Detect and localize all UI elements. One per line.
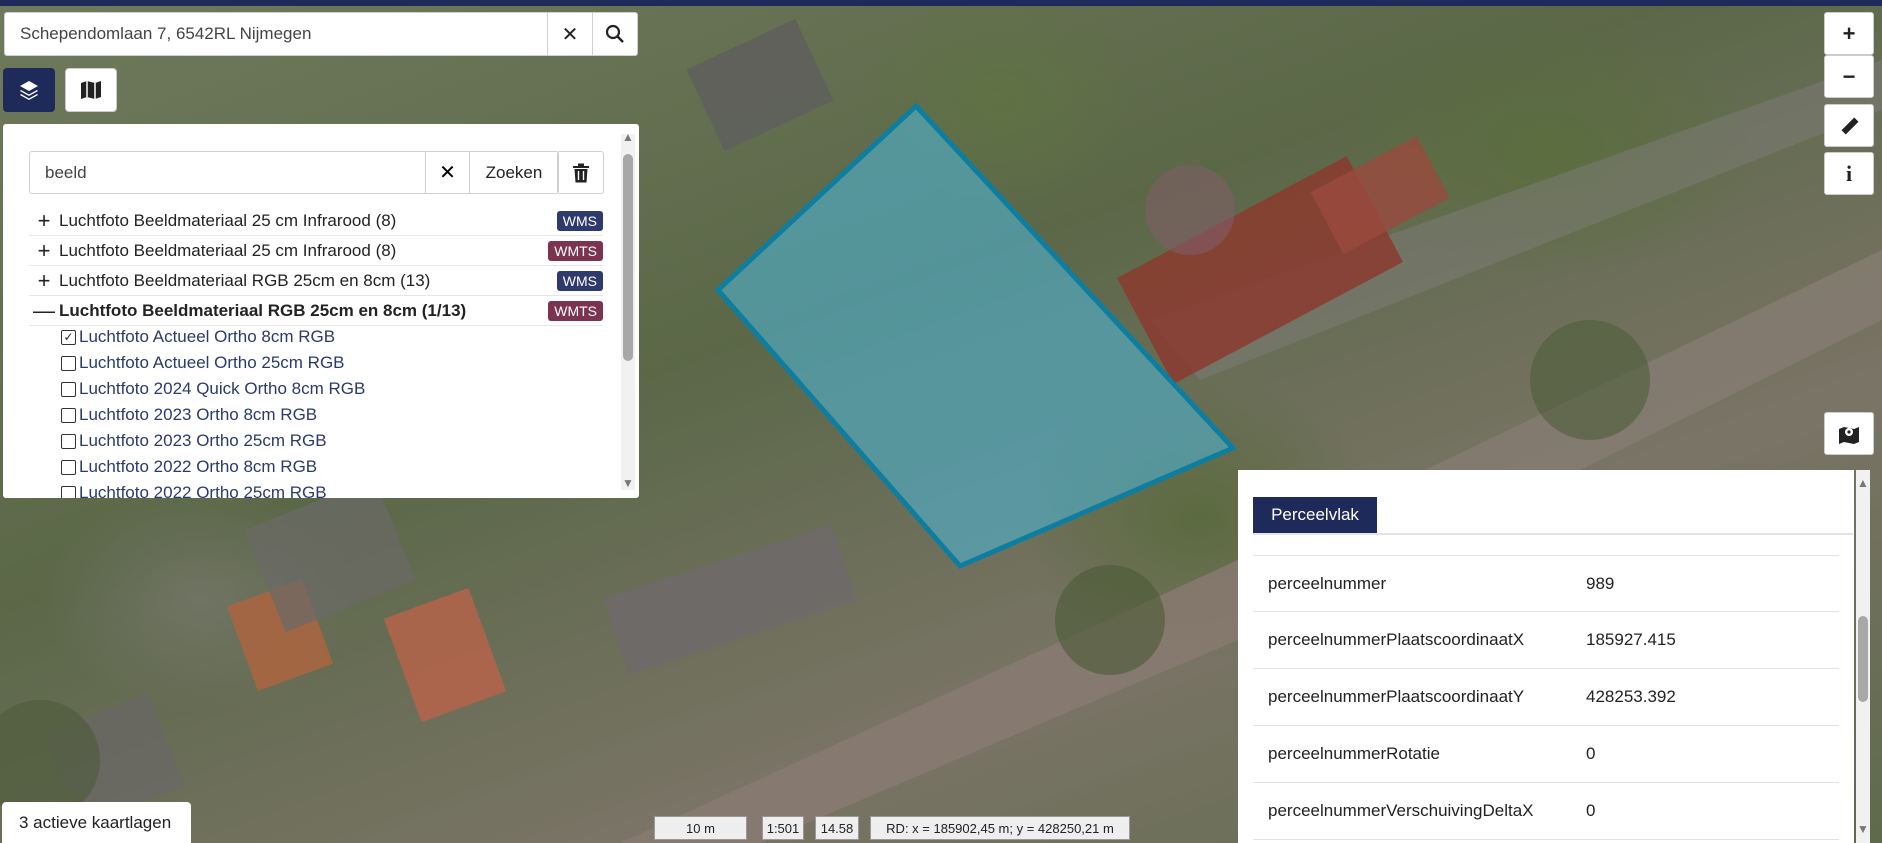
layers-icon [20,81,38,100]
scroll-down-icon[interactable]: ▼ [1857,822,1869,836]
scrollbar-thumb[interactable] [623,154,633,361]
sublayer-item[interactable]: Luchtfoto 2022 Ortho 8cm RGB [61,454,317,480]
close-icon: ✕ [561,23,579,46]
ruler-icon [1841,117,1859,134]
property-key: perceelnummerVerschuivingDeltaX [1268,801,1534,820]
basemap-button[interactable] [65,68,117,112]
map-marker-icon [1839,426,1859,444]
service-badge: WMTS [548,300,603,321]
zoom-in-button[interactable]: + [1824,12,1874,55]
address-search-input[interactable]: Schependomlaan 7, 6542RL Nijmegen [5,24,547,44]
property-key: perceelnummerRotatie [1268,744,1440,763]
top-bar [0,0,1882,6]
clear-layers-button[interactable] [557,151,604,194]
layer-group-label[interactable]: Luchtfoto Beeldmateriaal 25 cm Infrarood… [59,241,548,261]
layer-group[interactable]: + Luchtfoto Beeldmateriaal 25 cm Infraro… [29,206,603,236]
layer-panel: beeld ✕ Zoeken + Luchtfoto Beeldmateriaa… [3,124,639,498]
layer-panel-scrollbar[interactable] [621,134,635,490]
search-button[interactable] [592,12,637,56]
map-icon [81,81,101,99]
checkbox-checked[interactable]: ✓ [61,329,76,345]
scroll-up-icon[interactable]: ▲ [622,130,634,144]
service-badge: WMTS [548,240,603,261]
trash-icon [572,163,589,182]
sublayer-item[interactable]: ✓ Luchtfoto Actueel Ortho 8cm RGB [61,324,335,350]
service-badge: WMS [556,270,603,291]
sublayer-label[interactable]: Luchtfoto Actueel Ortho 8cm RGB [79,327,335,347]
sublayer-label[interactable]: Luchtfoto 2023 Ortho 8cm RGB [79,405,317,425]
expand-icon[interactable]: + [29,239,59,262]
property-value: 185927.415 [1586,630,1676,649]
info-panel-scrollbar[interactable] [1856,470,1870,843]
scale-bar: 10 m [654,816,747,840]
checkbox[interactable] [61,459,76,475]
clear-layer-search-button[interactable]: ✕ [425,152,469,193]
layer-group-label[interactable]: Luchtfoto Beeldmateriaal 25 cm Infrarood… [59,211,557,231]
measure-button[interactable] [1824,104,1874,147]
info-button[interactable]: i [1824,152,1874,195]
property-key: perceelnummerPlaatscoordinaatY [1268,687,1525,706]
checkbox[interactable] [61,355,76,371]
checkbox[interactable] [61,485,76,498]
property-key: perceelnummerPlaatscoordinaatX [1268,630,1525,649]
property-value: 0 [1586,801,1596,820]
collapse-icon[interactable]: — [29,299,59,322]
layer-group-expanded[interactable]: — Luchtfoto Beeldmateriaal RGB 25cm en 8… [29,296,603,326]
zoom-level: 14.58 [815,816,859,840]
active-layers-count[interactable]: 3 actieve kaartlagen [2,802,191,843]
table-row: perceelnummerPlaatscoordinaatX 185927.41… [1253,612,1839,669]
sublayer-label[interactable]: Luchtfoto 2023 Ortho 25cm RGB [79,431,327,451]
checkbox[interactable] [61,381,76,397]
checkbox[interactable] [61,407,76,423]
tab-perceelvlak[interactable]: Perceelvlak [1253,497,1377,533]
feature-info-panel: Perceelvlak perceelnummer 989 perceelnum… [1238,470,1854,843]
sublayer-item[interactable]: Luchtfoto Actueel Ortho 25cm RGB [61,350,345,376]
layer-group-label[interactable]: Luchtfoto Beeldmateriaal RGB 25cm en 8cm… [59,271,557,291]
sublayer-label[interactable]: Luchtfoto Actueel Ortho 25cm RGB [79,353,345,373]
layer-search-input[interactable]: beeld [30,152,425,193]
property-value: 428253.392 [1586,687,1676,706]
zoom-out-button[interactable]: − [1824,55,1874,98]
sublayer-label[interactable]: Luchtfoto 2022 Ortho 8cm RGB [79,457,317,477]
table-row: perceelnummerVerschuivingDeltaX 0 [1253,783,1839,840]
checkbox[interactable] [61,433,76,449]
table-row: perceelnummerRotatie 0 [1253,726,1839,783]
zoeken-button[interactable]: Zoeken [469,152,558,193]
layer-group[interactable]: + Luchtfoto Beeldmateriaal RGB 25cm en 8… [29,266,603,296]
sublayer-item[interactable]: Luchtfoto 2024 Quick Ortho 8cm RGB [61,376,365,402]
close-icon: ✕ [439,162,456,184]
scrollbar-thumb[interactable] [1858,616,1868,702]
expand-icon[interactable]: + [29,269,59,292]
sublayer-item[interactable]: Luchtfoto 2023 Ortho 25cm RGB [61,428,327,454]
scale-ratio: 1:501 [762,816,804,840]
property-value: 0 [1586,744,1596,763]
layer-group-label[interactable]: Luchtfoto Beeldmateriaal RGB 25cm en 8cm… [59,301,548,321]
tab-divider [1253,533,1853,535]
layer-search[interactable]: beeld ✕ Zoeken [29,151,559,194]
sublayer-item[interactable]: Luchtfoto 2022 Ortho 25cm RGB [61,480,327,498]
service-badge: WMS [556,210,603,231]
table-row: perceelnummerPlaatscoordinaatY 428253.39… [1253,669,1839,726]
location-map-button[interactable] [1824,412,1874,455]
sublayer-label[interactable]: Luchtfoto 2024 Quick Ortho 8cm RGB [79,379,365,399]
scroll-down-icon[interactable]: ▼ [622,476,634,490]
layer-group[interactable]: + Luchtfoto Beeldmateriaal 25 cm Infraro… [29,236,603,266]
sublayer-item[interactable]: Luchtfoto 2023 Ortho 8cm RGB [61,402,317,428]
search-icon [605,24,624,43]
expand-icon[interactable]: + [29,209,59,232]
property-key: perceelnummer [1268,573,1387,593]
clear-search-button[interactable]: ✕ [547,12,592,56]
table-row: perceelnummer 989 [1253,555,1839,612]
scroll-up-icon[interactable]: ▲ [1857,476,1869,490]
coordinate-readout: RD: x = 185902,45 m; y = 428250,21 m [870,816,1130,840]
property-value: 989 [1586,573,1615,593]
layers-button[interactable] [3,68,55,112]
sublayer-label[interactable]: Luchtfoto 2022 Ortho 25cm RGB [79,483,327,498]
address-search[interactable]: Schependomlaan 7, 6542RL Nijmegen ✕ [4,12,638,56]
